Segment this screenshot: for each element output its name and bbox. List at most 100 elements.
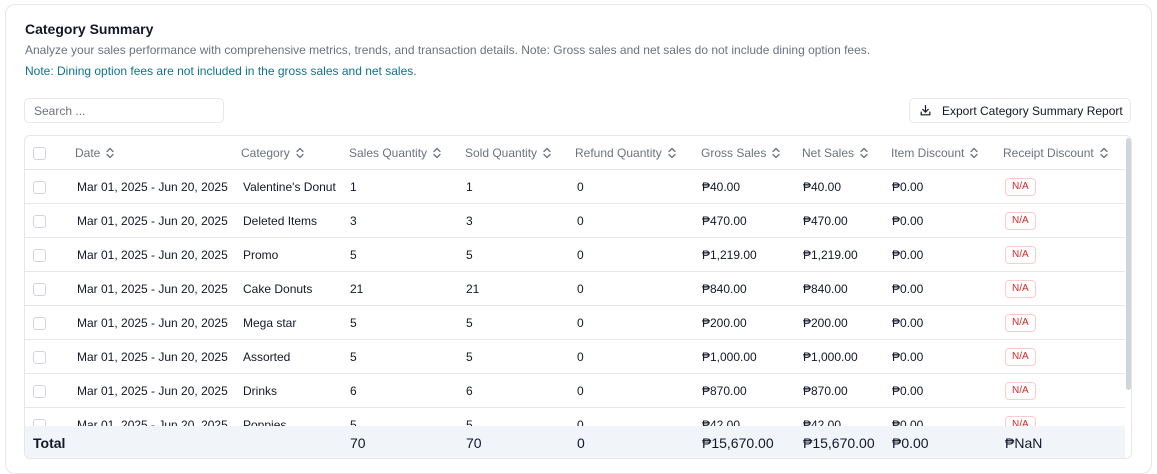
sort-icon[interactable] (106, 147, 115, 159)
column-header-receipt-discount[interactable]: Receipt Discount (1003, 136, 1108, 170)
cell-category: Drinks (243, 384, 278, 398)
cell-item-discount: ₱0.00 (892, 180, 924, 194)
cell-sold-quantity: 21 (466, 282, 480, 296)
sort-icon[interactable] (296, 147, 304, 159)
total-sales-quantity: 70 (350, 435, 366, 451)
sort-icon[interactable] (543, 147, 551, 159)
table-row[interactable]: Mar 01, 2025 - Jun 20, 2025 Promo 5 5 0 ₱1,21… (25, 238, 1125, 272)
cell-category: Cake Donuts (243, 282, 313, 296)
cell-refund-quantity: 0 (577, 350, 584, 364)
cell-date: Mar 01, 2025 - Jun 20, 2025 (77, 316, 228, 330)
cell-date: Mar 01, 2025 - Jun 20, 2025 (77, 248, 228, 262)
row-checkbox[interactable] (33, 419, 46, 426)
cell-item-discount: ₱0.00 (892, 214, 924, 228)
column-header-gross-sales[interactable]: Gross Sales (701, 136, 781, 170)
row-checkbox[interactable] (33, 351, 46, 364)
cell-gross-sales: ₱40.00 (702, 180, 741, 194)
cell-sold-quantity: 1 (466, 180, 473, 194)
total-net-sales: ₱15,670.00 (803, 435, 875, 451)
cell-date: Mar 01, 2025 - Jun 20, 2025 (77, 350, 228, 364)
export-button-label: Export Category Summary Report (942, 103, 1123, 118)
column-header-label: Category (241, 146, 290, 160)
export-report-button[interactable]: Export Category Summary Report (909, 98, 1131, 123)
table-row[interactable]: Mar 01, 2025 - Jun 20, 2025 Drinks 6 6 0 ₱870… (25, 374, 1125, 408)
table-body-scroll[interactable]: Date Category Sales Quantity Sold Quantity R… (25, 136, 1125, 426)
cell-net-sales: ₱840.00 (803, 282, 848, 296)
cell-refund-quantity: 0 (577, 214, 584, 228)
cell-net-sales: ₱470.00 (803, 214, 848, 228)
table-row[interactable]: Mar 01, 2025 - Jun 20, 2025 Poppies 5 5 0 ₱42… (25, 408, 1125, 426)
status-badge: N/A (1005, 246, 1036, 264)
sort-icon[interactable] (970, 147, 979, 159)
row-checkbox[interactable] (33, 385, 46, 398)
column-header-item-discount[interactable]: Item Discount (891, 136, 979, 170)
cell-refund-quantity: 0 (577, 180, 584, 194)
sort-icon[interactable] (433, 147, 441, 159)
cell-category: Deleted Items (243, 214, 318, 228)
cell-receipt-discount: N/A (1005, 306, 1036, 340)
table-row[interactable]: Mar 01, 2025 - Jun 20, 2025 Deleted Items… (25, 204, 1125, 238)
cell-refund-quantity: 0 (577, 248, 584, 262)
page-title: Category Summary (25, 21, 154, 37)
cell-date: Mar 01, 2025 - Jun 20, 2025 (77, 418, 228, 426)
status-badge: N/A (1005, 178, 1036, 196)
sort-icon[interactable] (860, 147, 868, 159)
row-checkbox[interactable] (33, 181, 46, 194)
column-header-category[interactable]: Category (241, 136, 304, 170)
select-all-checkbox[interactable] (33, 147, 46, 160)
cell-gross-sales: ₱42.00 (702, 418, 741, 426)
table-scrollbar[interactable] (1126, 138, 1131, 390)
cell-receipt-discount: N/A (1005, 408, 1036, 426)
table-row[interactable]: Mar 01, 2025 - Jun 20, 2025 Mega star 5 5 0 ₱… (25, 306, 1125, 340)
cell-net-sales: ₱200.00 (803, 316, 848, 330)
cell-category: Promo (243, 248, 279, 262)
cell-sales-quantity: 6 (350, 384, 357, 398)
cell-sales-quantity: 5 (350, 418, 357, 426)
cell-date: Mar 01, 2025 - Jun 20, 2025 (77, 180, 228, 194)
cell-sold-quantity: 5 (466, 316, 473, 330)
cell-sales-quantity: 5 (350, 350, 357, 364)
column-header-refund-quantity[interactable]: Refund Quantity (575, 136, 676, 170)
cell-sales-quantity: 1 (350, 180, 357, 194)
column-header-date[interactable]: Date (75, 136, 115, 170)
row-checkbox[interactable] (33, 249, 46, 262)
cell-sold-quantity: 6 (466, 384, 473, 398)
total-gross-sales: ₱15,670.00 (702, 435, 774, 451)
column-header-sold-quantity[interactable]: Sold Quantity (465, 136, 551, 170)
row-checkbox[interactable] (33, 317, 46, 330)
cell-date: Mar 01, 2025 - Jun 20, 2025 (77, 282, 228, 296)
total-refund-quantity: 0 (577, 435, 585, 451)
column-header-label: Sold Quantity (465, 146, 538, 160)
cell-category: Valentine's Donut (243, 180, 336, 194)
row-checkbox[interactable] (33, 215, 46, 228)
status-badge: N/A (1005, 416, 1036, 426)
cell-net-sales: ₱1,000.00 (803, 350, 858, 364)
sort-icon[interactable] (1100, 147, 1108, 159)
cell-sold-quantity: 5 (466, 418, 473, 426)
cell-net-sales: ₱1,219.00 (803, 248, 858, 262)
table-row[interactable]: Mar 01, 2025 - Jun 20, 2025 Assorted 5 5 0 ₱1… (25, 340, 1125, 374)
search-input[interactable] (24, 98, 224, 123)
column-header-net-sales[interactable]: Net Sales (802, 136, 868, 170)
cell-date: Mar 01, 2025 - Jun 20, 2025 (77, 214, 228, 228)
status-badge: N/A (1005, 280, 1036, 298)
column-header-sales-quantity[interactable]: Sales Quantity (349, 136, 441, 170)
cell-gross-sales: ₱200.00 (702, 316, 747, 330)
column-header-label: Receipt Discount (1003, 146, 1094, 160)
sort-icon[interactable] (668, 147, 676, 159)
cell-gross-sales: ₱870.00 (702, 384, 747, 398)
cell-receipt-discount: N/A (1005, 272, 1036, 306)
cell-refund-quantity: 0 (577, 384, 584, 398)
row-checkbox[interactable] (33, 283, 46, 296)
table-row[interactable]: Mar 01, 2025 - Jun 20, 2025 Cake Donuts 21… (25, 272, 1125, 306)
cell-refund-quantity: 0 (577, 316, 584, 330)
table-row[interactable]: Mar 01, 2025 - Jun 20, 2025 Valentine's D… (25, 170, 1125, 204)
cell-receipt-discount: N/A (1005, 204, 1036, 238)
status-badge: N/A (1005, 314, 1036, 332)
cell-category: Assorted (243, 350, 291, 364)
total-sold-quantity: 70 (466, 435, 482, 451)
cell-sales-quantity: 5 (350, 316, 357, 330)
cell-gross-sales: ₱470.00 (702, 214, 747, 228)
sort-icon[interactable] (772, 147, 781, 159)
cell-receipt-discount: N/A (1005, 170, 1036, 204)
